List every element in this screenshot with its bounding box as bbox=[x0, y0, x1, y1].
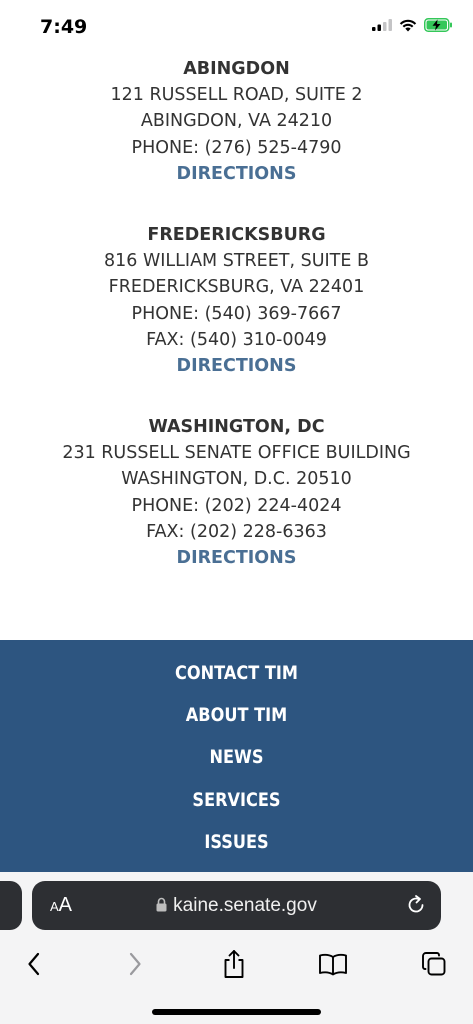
office-address-line: 816 WILLIAM STREET, SUITE B bbox=[103, 251, 369, 272]
battery-charging-icon bbox=[424, 18, 452, 32]
tabs-icon bbox=[422, 952, 446, 976]
signal-icon bbox=[372, 19, 392, 31]
office-phone[interactable]: PHONE: (276) 525-4790 bbox=[0, 135, 473, 161]
office-address-line: 121 RUSSELL ROAD, SUITE 2 bbox=[110, 85, 363, 106]
office-phone[interactable]: PHONE: (540) 369-7667 bbox=[0, 301, 473, 327]
wifi-icon bbox=[399, 19, 417, 31]
office-city-line: WASHINGTON, D.C. 20510 bbox=[121, 469, 352, 490]
nav-issues[interactable]: ISSUES bbox=[35, 831, 437, 853]
office-name: FREDERICKSBURG bbox=[147, 225, 326, 245]
office-fax: FAX: (202) 228-6363 bbox=[146, 521, 327, 542]
forward-button[interactable] bbox=[115, 944, 155, 984]
bookmarks-button[interactable] bbox=[313, 944, 353, 984]
office-fax: FAX: (540) 310-0049 bbox=[146, 329, 327, 350]
bookmarks-icon bbox=[319, 953, 347, 976]
office-fredericksburg: FREDERICKSBURG 816 WILLIAM STREET, SUITE… bbox=[0, 222, 473, 379]
directions-link[interactable]: DIRECTIONS bbox=[0, 353, 473, 379]
office-city-line: ABINGDON, VA 24210 bbox=[140, 111, 333, 132]
office-washington-dc: WASHINGTON, DC 231 RUSSELL SENATE OFFICE… bbox=[0, 414, 473, 571]
status-icons bbox=[372, 18, 453, 32]
address-bar[interactable]: AA kaine.senate.gov bbox=[32, 881, 441, 930]
office-abingdon: ABINGDON 121 RUSSELL ROAD, SUITE 2 ABING… bbox=[0, 56, 473, 187]
forward-icon bbox=[129, 952, 141, 976]
nav-news[interactable]: NEWS bbox=[35, 746, 437, 768]
nav-about-tim[interactable]: ABOUT TIM bbox=[35, 704, 437, 726]
office-name: ABINGDON bbox=[183, 59, 290, 79]
share-icon bbox=[224, 950, 244, 978]
footer-nav: CONTACT TIM ABOUT TIM NEWS SERVICES ISSU… bbox=[0, 640, 473, 872]
nav-contact-tim[interactable]: CONTACT TIM bbox=[35, 662, 437, 684]
office-city-line: FREDERICKSBURG, VA 22401 bbox=[108, 277, 365, 298]
browser-toolbar bbox=[0, 944, 473, 984]
directions-link[interactable]: DIRECTIONS bbox=[0, 545, 473, 571]
reload-icon[interactable] bbox=[405, 894, 427, 916]
url-display[interactable]: kaine.senate.gov bbox=[32, 895, 441, 917]
url-text: kaine.senate.gov bbox=[173, 895, 317, 916]
office-address-line: 231 RUSSELL SENATE OFFICE BUILDING bbox=[62, 443, 411, 464]
office-name: WASHINGTON, DC bbox=[148, 417, 325, 437]
status-bar: 7:49 bbox=[0, 0, 473, 56]
lock-icon bbox=[156, 897, 167, 912]
office-phone[interactable]: PHONE: (202) 224-4024 bbox=[0, 493, 473, 519]
directions-link[interactable]: DIRECTIONS bbox=[0, 161, 473, 187]
nav-services[interactable]: SERVICES bbox=[35, 789, 437, 811]
back-button[interactable] bbox=[14, 944, 54, 984]
previous-tab-peek[interactable] bbox=[0, 881, 22, 930]
status-time: 7:49 bbox=[40, 16, 88, 38]
tabs-button[interactable] bbox=[414, 944, 454, 984]
home-indicator bbox=[152, 1009, 321, 1015]
share-button[interactable] bbox=[214, 944, 254, 984]
back-icon bbox=[28, 952, 40, 976]
browser-chrome: AA kaine.senate.gov bbox=[0, 872, 473, 1024]
